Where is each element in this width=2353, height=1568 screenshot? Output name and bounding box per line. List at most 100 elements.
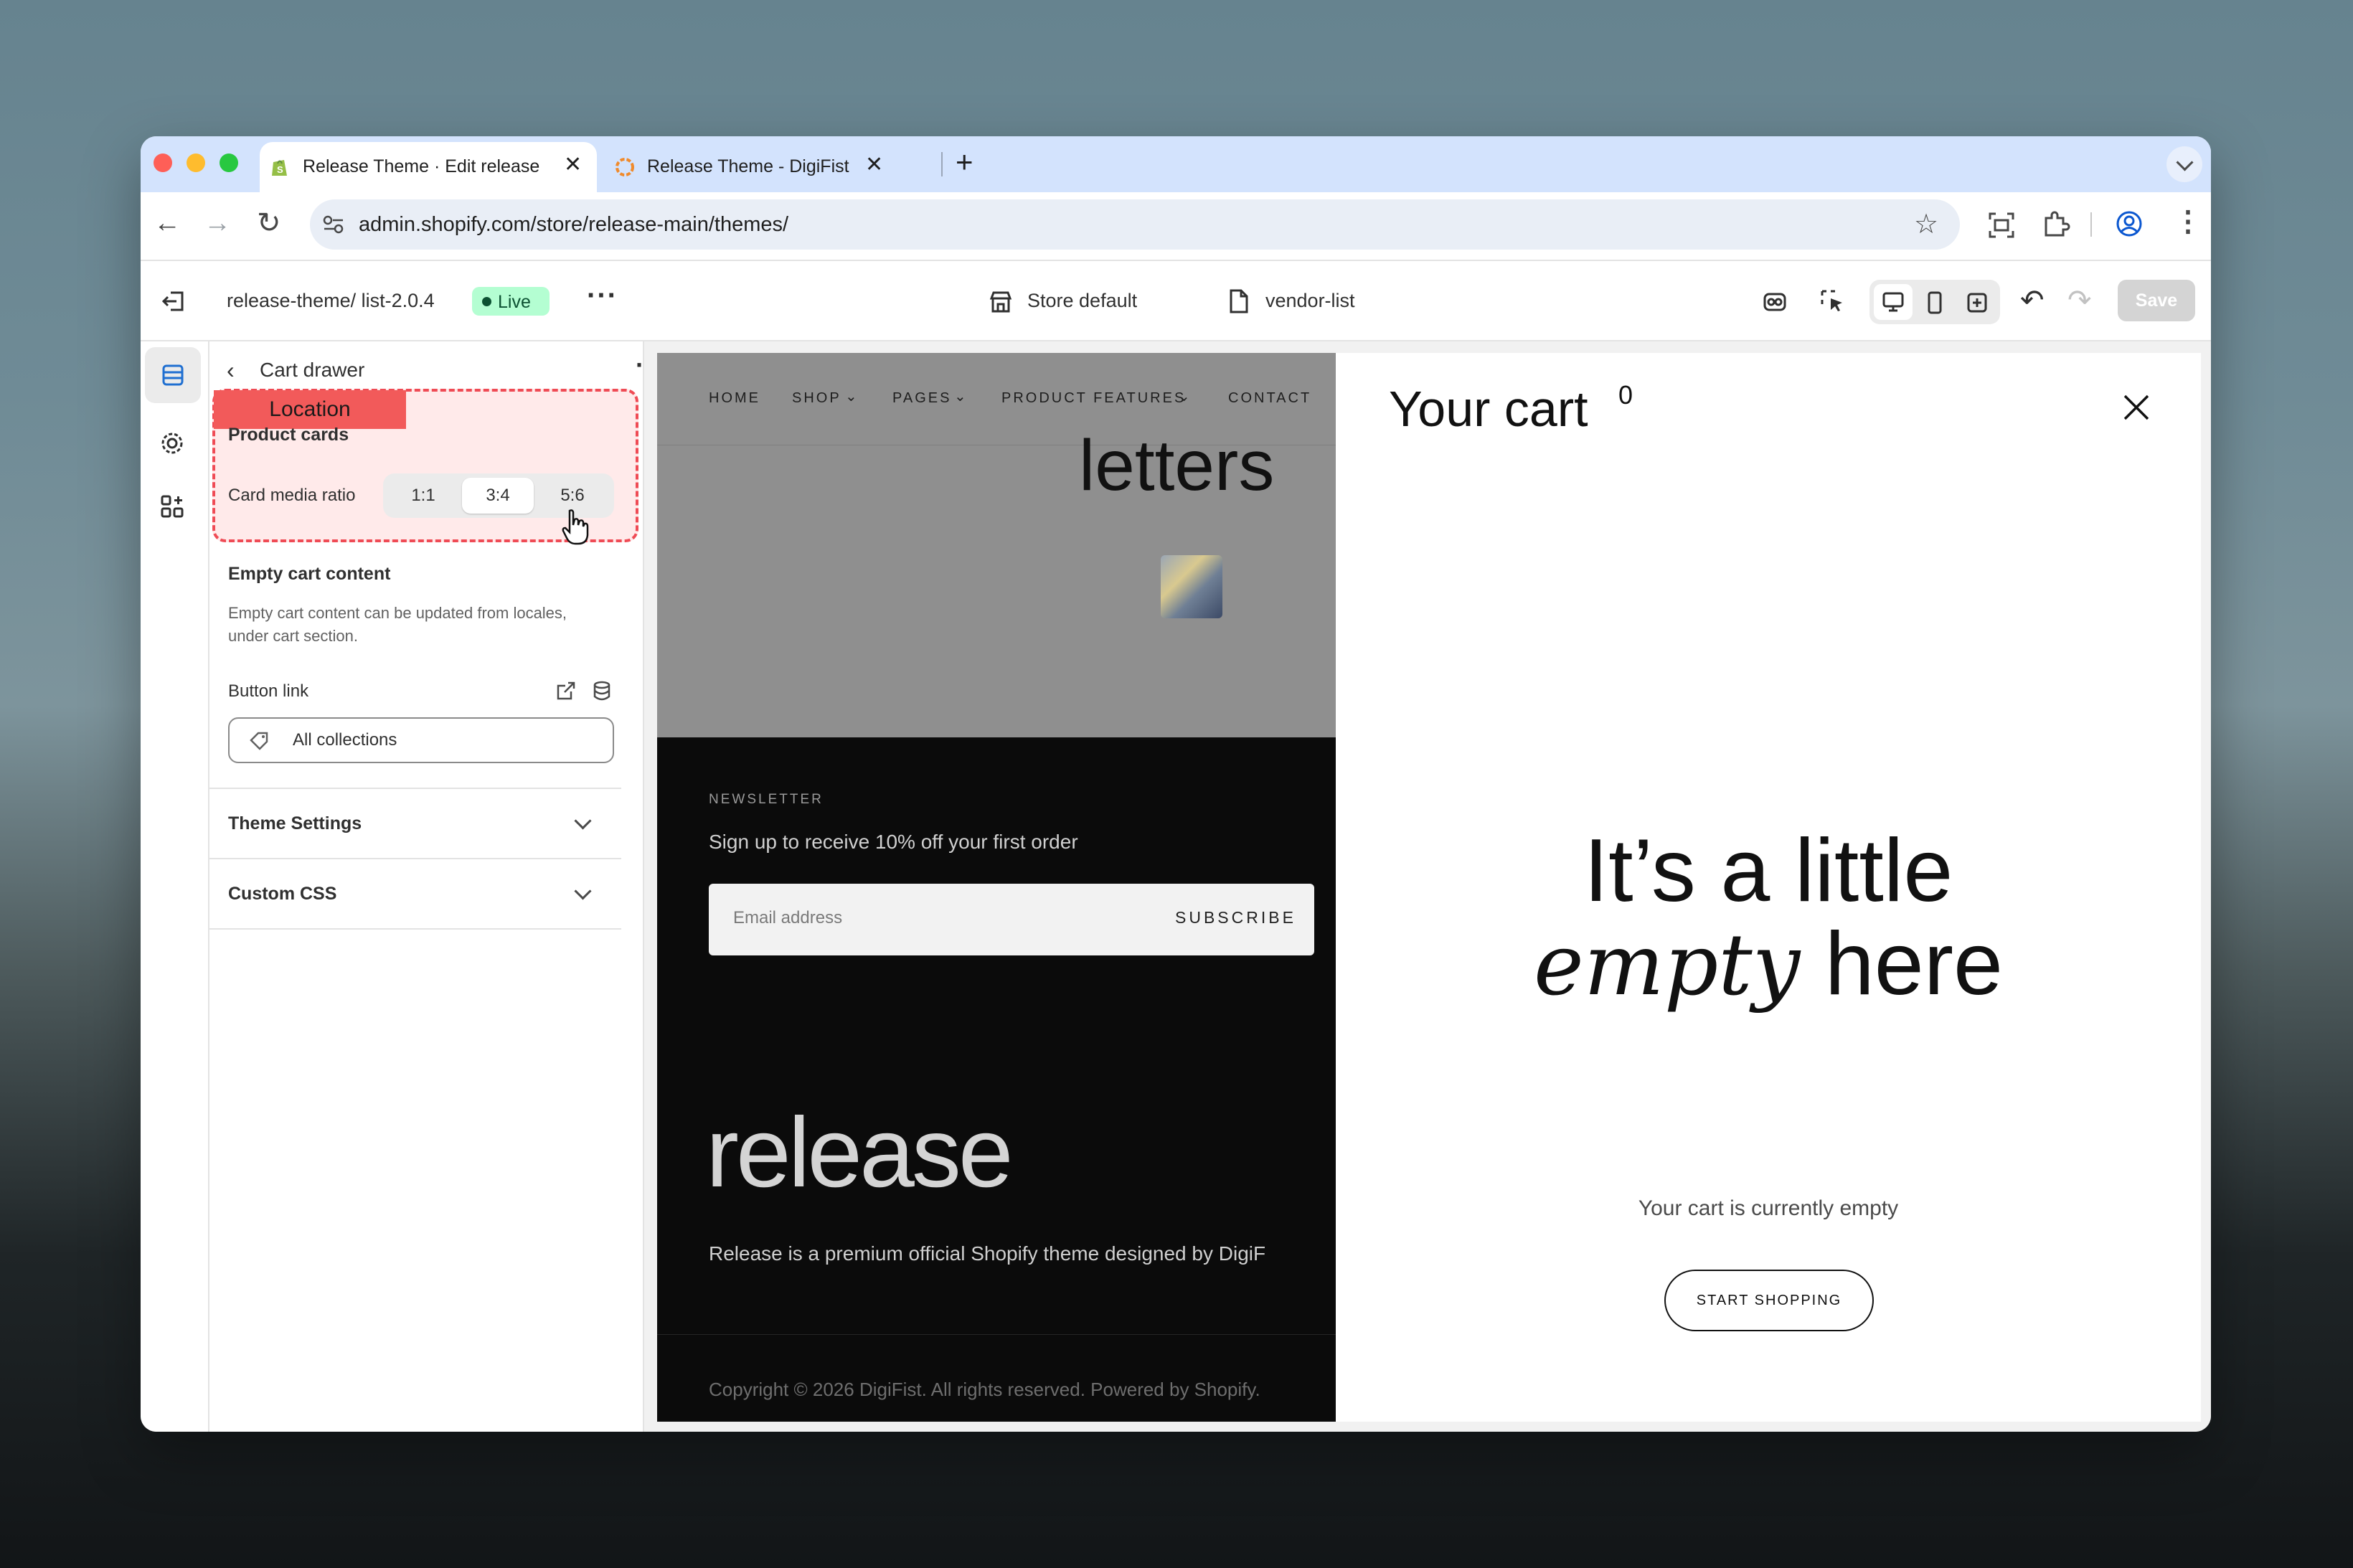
- headline-italic-word: empty: [1534, 915, 1801, 1014]
- brand-description-wrap: Release is a premium official Shopify th…: [709, 1242, 1336, 1271]
- chevron-down-icon: [2176, 154, 2194, 171]
- copyright: Copyright © 2026 DigiFist. All rights re…: [709, 1379, 1260, 1400]
- app-embed-icon[interactable]: [1762, 288, 1788, 314]
- fullscreen-icon[interactable]: [1966, 291, 1989, 314]
- button-link-label: Button link: [228, 681, 309, 701]
- empty-cart-help-line1: Empty cart content can be updated from l…: [228, 604, 567, 622]
- tab-search-button[interactable]: [2166, 146, 2202, 182]
- minimize-window-button[interactable]: [187, 154, 205, 172]
- location-annotation: Location: [214, 390, 406, 429]
- footer-divider: [657, 1334, 1336, 1335]
- tab-digifist[interactable]: Release Theme - DigiFist ✕: [604, 142, 884, 192]
- start-shopping-button[interactable]: START SHOPPING: [1664, 1270, 1874, 1331]
- save-button[interactable]: Save: [2118, 280, 2195, 321]
- empty-cart-help-line2: under cart section.: [228, 627, 358, 645]
- live-dot: [482, 297, 491, 306]
- sections-button[interactable]: [145, 347, 201, 403]
- apps-icon[interactable]: [159, 493, 185, 519]
- chevron-down-icon: [574, 882, 592, 900]
- store-selector[interactable]: Store default: [1027, 290, 1137, 312]
- close-window-button[interactable]: [154, 154, 172, 172]
- desktop-icon: [1882, 292, 1904, 312]
- close-cart-icon[interactable]: [2122, 393, 2151, 422]
- mobile-icon[interactable]: [1924, 291, 1946, 314]
- custom-css-label: Custom CSS: [228, 884, 337, 904]
- headline-rest-word: here: [1824, 915, 2003, 1014]
- theme-settings-label: Theme Settings: [228, 813, 362, 833]
- browser-window: S Release Theme · Edit release ✕ Release…: [141, 136, 2211, 1432]
- bookmark-star-icon[interactable]: ☆: [1914, 208, 1938, 240]
- cart-drawer: Your cart 0 It’s a little empty here You…: [1336, 353, 2201, 1422]
- more-actions-icon[interactable]: ···: [587, 280, 618, 312]
- reload-icon[interactable]: ↻: [257, 207, 281, 240]
- divider: [209, 928, 621, 930]
- close-tab-icon[interactable]: ✕: [865, 152, 883, 177]
- external-link-icon[interactable]: [555, 680, 577, 702]
- page-icon: [1230, 289, 1248, 313]
- theme-name: release-theme/ list-2.0.4: [227, 290, 435, 311]
- button-link-input[interactable]: All collections: [228, 717, 614, 763]
- subscribe-button[interactable]: SUBSCRIBE: [1175, 908, 1296, 927]
- nav-contact[interactable]: CONTACT: [1228, 390, 1311, 407]
- location-annotation-label: Location: [269, 397, 351, 421]
- tab-edit-release[interactable]: S Release Theme · Edit release ✕: [260, 142, 597, 192]
- new-tab-icon[interactable]: +: [956, 145, 973, 179]
- shopify-icon: S: [272, 160, 287, 176]
- card-media-ratio-label: Card media ratio: [228, 486, 356, 505]
- start-shopping-label: START SHOPPING: [1696, 1292, 1842, 1308]
- svg-text:S: S: [277, 164, 283, 175]
- save-button-label: Save: [2135, 290, 2178, 311]
- inspector-icon[interactable]: [1819, 288, 1845, 314]
- empty-cart-heading: Empty cart content: [228, 564, 391, 584]
- profile-icon[interactable]: [2115, 209, 2144, 238]
- ratio-option-3-4[interactable]: 3:4: [462, 478, 534, 514]
- store-icon: [989, 291, 1012, 313]
- url-text[interactable]: admin.shopify.com/store/release-main/the…: [359, 213, 788, 237]
- site-settings-icon[interactable]: [323, 215, 344, 234]
- chevron-down-icon: ⌄: [954, 389, 966, 405]
- exit-icon[interactable]: [161, 288, 187, 314]
- tab-bar: S Release Theme · Edit release ✕ Release…: [141, 136, 2211, 192]
- redo-icon[interactable]: ↷: [2067, 284, 2092, 317]
- hero-word: letters: [1079, 425, 1275, 506]
- maximize-window-button[interactable]: [220, 154, 238, 172]
- dynamic-source-icon[interactable]: [591, 680, 613, 702]
- nav-pages[interactable]: PAGES: [892, 390, 951, 407]
- extensions-icon[interactable]: [2042, 209, 2070, 238]
- custom-css-accordion[interactable]: Custom CSS: [209, 859, 621, 928]
- ratio-option-1-1[interactable]: 1:1: [387, 478, 459, 514]
- nav-product-features[interactable]: PRODUCT FEATURES: [1001, 390, 1186, 407]
- omnibox[interactable]: admin.shopify.com/store/release-main/the…: [310, 199, 1960, 250]
- brand-logo[interactable]: release: [706, 1096, 1014, 1210]
- close-tab-icon[interactable]: ✕: [564, 152, 582, 177]
- toolbar-separator: [2090, 212, 2092, 237]
- tab-title: Release Theme · Edit release: [303, 156, 540, 176]
- hand-cursor-icon: [562, 509, 589, 545]
- viewport-switcher: [1869, 280, 2000, 324]
- back-icon[interactable]: ←: [154, 208, 181, 239]
- template-selector[interactable]: vendor-list: [1265, 290, 1355, 312]
- undo-icon[interactable]: ↶: [2020, 284, 2045, 317]
- chevron-down-icon: ⌄: [1178, 389, 1190, 405]
- browser-menu-icon[interactable]: ⋮: [2174, 205, 2202, 238]
- tab-separator: [941, 152, 943, 176]
- chevron-down-icon: [574, 812, 592, 830]
- forward-icon[interactable]: →: [204, 208, 231, 239]
- settings-sidebar: ‹ Cart drawer ··· Location Product cards…: [209, 341, 663, 1432]
- email-input[interactable]: Email address: [733, 908, 842, 928]
- nav-home[interactable]: HOME: [709, 390, 760, 407]
- desktop-view-button[interactable]: [1874, 284, 1913, 320]
- brand-description: Release is a premium official Shopify th…: [709, 1242, 1266, 1265]
- status-badge-label: Live: [498, 292, 531, 312]
- newsletter-text: Sign up to receive 10% off your first or…: [709, 831, 1078, 853]
- theme-settings-gear-icon[interactable]: [159, 430, 185, 456]
- cart-title: Your cart: [1389, 381, 1588, 437]
- editor-left-rail: [141, 341, 209, 1432]
- screenshot-icon[interactable]: [1987, 211, 2016, 240]
- button-link-value: All collections: [293, 730, 397, 750]
- product-thumbnail[interactable]: [1161, 555, 1222, 618]
- chevron-down-icon: ⌄: [845, 389, 857, 405]
- theme-settings-accordion[interactable]: Theme Settings: [209, 789, 621, 858]
- nav-shop[interactable]: SHOP: [792, 390, 841, 407]
- back-arrow-icon[interactable]: ‹: [227, 357, 235, 384]
